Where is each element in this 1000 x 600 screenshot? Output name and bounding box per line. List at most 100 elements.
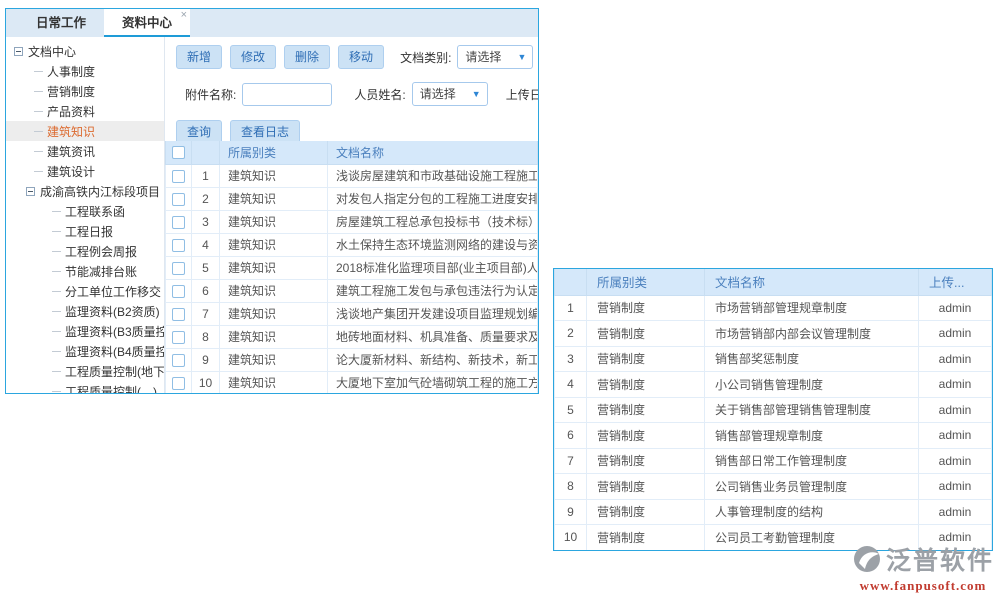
- marketing-docs-panel: 所属别类 文档名称 上传... 1营销制度市场营销部管理规章制度admin2营销…: [553, 268, 993, 551]
- table-row[interactable]: 8建筑知识地砖地面材料、机具准备、质量要求及...: [166, 325, 538, 348]
- row-uploader: admin: [919, 423, 992, 449]
- row-checkbox[interactable]: [172, 193, 185, 206]
- tree-item-leaf[interactable]: 工程日报: [6, 221, 164, 241]
- tree-item-leaf[interactable]: 建筑知识: [6, 121, 164, 141]
- row-number: 2: [555, 321, 587, 347]
- row-doc-name[interactable]: 销售部日常工作管理制度: [705, 448, 919, 474]
- table-row[interactable]: 4营销制度小公司销售管理制度admin: [555, 372, 992, 398]
- row-doc-name[interactable]: 市场营销部内部会议管理制度: [705, 321, 919, 347]
- add-button[interactable]: 新增: [176, 45, 222, 69]
- row-doc-name[interactable]: 对发包人指定分包的工程施工进度安排...: [328, 187, 538, 210]
- table-row[interactable]: 3营销制度销售部奖惩制度admin: [555, 346, 992, 372]
- move-button[interactable]: 移动: [338, 45, 384, 69]
- person-name-label: 人员姓名:: [354, 86, 405, 103]
- tree-connector: [52, 251, 61, 252]
- row-doc-name[interactable]: 小公司销售管理制度: [705, 372, 919, 398]
- tree-item-leaf[interactable]: 监理资料(B2资质): [6, 301, 164, 321]
- table-row[interactable]: 2建筑知识对发包人指定分包的工程施工进度安排...: [166, 187, 538, 210]
- row-checkbox[interactable]: [172, 216, 185, 229]
- close-icon[interactable]: ×: [181, 10, 187, 21]
- collapse-icon[interactable]: [26, 187, 35, 196]
- tab-daily-work[interactable]: 日常工作: [18, 9, 104, 37]
- tree-item-leaf[interactable]: 工程联系函: [6, 201, 164, 221]
- row-doc-name[interactable]: 关于销售部管理销售管理制度: [705, 397, 919, 423]
- row-doc-name[interactable]: 2018标准化监理项目部(业主项目部)人员...: [328, 256, 538, 279]
- brand-name: 泛普软件: [886, 541, 994, 577]
- table-row[interactable]: 7建筑知识浅谈地产集团开发建设项目监理规划编...: [166, 302, 538, 325]
- table-row[interactable]: 7营销制度销售部日常工作管理制度admin: [555, 448, 992, 474]
- table-row[interactable]: 1营销制度市场营销部管理规章制度admin: [555, 295, 992, 321]
- table-row[interactable]: 5营销制度关于销售部管理销售管理制度admin: [555, 397, 992, 423]
- row-doc-name[interactable]: 销售部管理规章制度: [705, 423, 919, 449]
- table-row[interactable]: 2营销制度市场营销部内部会议管理制度admin: [555, 321, 992, 347]
- row-checkbox[interactable]: [172, 377, 185, 390]
- tree-item-leaf[interactable]: 监理资料(B3质量控制): [6, 321, 164, 341]
- table-row[interactable]: 1建筑知识浅谈房屋建筑和市政基础设施工程施工...: [166, 164, 538, 187]
- tree-item-branch[interactable]: 成渝高铁内江标段项目: [6, 181, 164, 201]
- row-doc-name[interactable]: 浅谈地产集团开发建设项目监理规划编...: [328, 302, 538, 325]
- table-row[interactable]: 6建筑知识建筑工程施工发包与承包违法行为认定...: [166, 279, 538, 302]
- tree-item-branch[interactable]: 文档中心: [6, 41, 164, 61]
- tree-item-leaf[interactable]: 工程质量控制(地下室): [6, 361, 164, 381]
- upload-date-label: 上传日期: [506, 86, 538, 103]
- table-row[interactable]: 5建筑知识2018标准化监理项目部(业主项目部)人员...: [166, 256, 538, 279]
- tab-data-center[interactable]: 资料中心 ×: [104, 9, 190, 37]
- tree-item-leaf[interactable]: 产品资料: [6, 101, 164, 121]
- table-row[interactable]: 3建筑知识房屋建筑工程总承包投标书（技术标）...: [166, 210, 538, 233]
- tree-item-label: 工程联系函: [65, 203, 125, 220]
- tree-item-leaf[interactable]: 建筑设计: [6, 161, 164, 181]
- row-doc-name[interactable]: 人事管理制度的结构: [705, 499, 919, 525]
- brand-url: www.fanpusoft.com: [852, 578, 994, 594]
- tree-item-leaf[interactable]: 工程质量控制(…): [6, 381, 164, 393]
- row-checkbox[interactable]: [172, 285, 185, 298]
- row-category: 营销制度: [587, 474, 705, 500]
- tree-item-leaf[interactable]: 营销制度: [6, 81, 164, 101]
- row-category: 营销制度: [587, 372, 705, 398]
- row-checkbox[interactable]: [172, 262, 185, 275]
- row-doc-name[interactable]: 浅谈房屋建筑和市政基础设施工程施工...: [328, 164, 538, 187]
- tree-item-leaf[interactable]: 节能减排台账: [6, 261, 164, 281]
- tree-item-label: 工程质量控制(地下室): [65, 363, 165, 380]
- row-doc-name[interactable]: 水土保持生态环境监测网络的建设与资...: [328, 233, 538, 256]
- tree-connector: [34, 151, 43, 152]
- tree-item-leaf[interactable]: 分工单位工作移交: [6, 281, 164, 301]
- tree-item-leaf[interactable]: 工程例会周报: [6, 241, 164, 261]
- row-checkbox[interactable]: [172, 308, 185, 321]
- attachment-name-input[interactable]: [242, 83, 332, 106]
- row-uploader: admin: [919, 295, 992, 321]
- tree-item-leaf[interactable]: 监理资料(B4质量控制): [6, 341, 164, 361]
- row-category: 营销制度: [587, 423, 705, 449]
- tree-item-leaf[interactable]: 人事制度: [6, 61, 164, 81]
- table-row[interactable]: 9建筑知识论大厦新材料、新结构、新技术，新工...: [166, 348, 538, 371]
- tree-connector: [34, 171, 43, 172]
- table-row[interactable]: 4建筑知识水土保持生态环境监测网络的建设与资...: [166, 233, 538, 256]
- row-doc-name[interactable]: 市场营销部管理规章制度: [705, 295, 919, 321]
- table-row[interactable]: 10建筑知识大厦地下室加气砼墙砌筑工程的施工方...: [166, 371, 538, 393]
- row-doc-name[interactable]: 房屋建筑工程总承包投标书（技术标）...: [328, 210, 538, 233]
- tree-item-leaf[interactable]: 建筑资讯: [6, 141, 164, 161]
- delete-button[interactable]: 删除: [284, 45, 330, 69]
- row-category: 建筑知识: [220, 233, 328, 256]
- row-checkbox[interactable]: [172, 239, 185, 252]
- table-row[interactable]: 6营销制度销售部管理规章制度admin: [555, 423, 992, 449]
- row-doc-name[interactable]: 公司销售业务员管理制度: [705, 474, 919, 500]
- doc-category-select[interactable]: 请选择 ▼: [457, 45, 533, 69]
- row-number: 8: [192, 325, 220, 348]
- row-number: 5: [555, 397, 587, 423]
- row-doc-name[interactable]: 销售部奖惩制度: [705, 346, 919, 372]
- table-row[interactable]: 9营销制度人事管理制度的结构admin: [555, 499, 992, 525]
- collapse-icon[interactable]: [14, 47, 23, 56]
- row-doc-name[interactable]: 大厦地下室加气砼墙砌筑工程的施工方...: [328, 371, 538, 393]
- row-checkbox[interactable]: [172, 331, 185, 344]
- row-doc-name[interactable]: 地砖地面材料、机具准备、质量要求及...: [328, 325, 538, 348]
- row-checkbox[interactable]: [172, 354, 185, 367]
- table-row[interactable]: 8营销制度公司销售业务员管理制度admin: [555, 474, 992, 500]
- select-all-checkbox[interactable]: [172, 146, 185, 159]
- person-name-select[interactable]: 请选择 ▼: [412, 82, 488, 106]
- row-doc-name[interactable]: 建筑工程施工发包与承包违法行为认定...: [328, 279, 538, 302]
- modify-button[interactable]: 修改: [230, 45, 276, 69]
- tree-item-label: 产品资料: [47, 103, 95, 120]
- row-checkbox[interactable]: [172, 170, 185, 183]
- row-doc-name[interactable]: 论大厦新材料、新结构、新技术，新工...: [328, 348, 538, 371]
- chevron-down-icon: ▼: [472, 83, 481, 105]
